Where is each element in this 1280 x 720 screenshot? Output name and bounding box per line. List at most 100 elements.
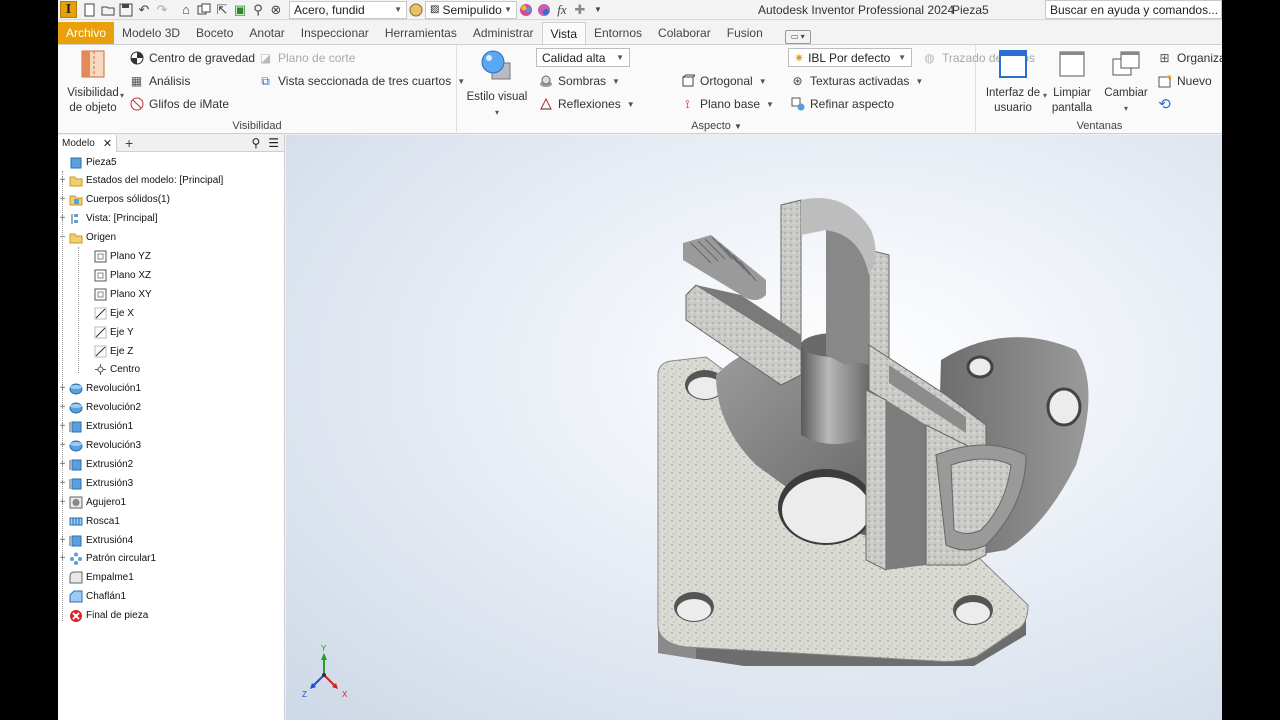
tab-entornos[interactable]: Entornos — [586, 22, 650, 44]
redo-icon[interactable]: ↷ — [153, 1, 171, 19]
tree-node-label: Chaflán1 — [86, 591, 127, 603]
letterbox-right — [1222, 0, 1280, 720]
help-search-input[interactable]: Buscar en ayuda y comandos... — [1045, 0, 1222, 19]
tree-node[interactable]: Eje X — [82, 304, 134, 322]
add-tab-icon[interactable]: + — [125, 135, 133, 151]
graphics-viewport[interactable]: Y X Z — [286, 135, 1222, 720]
tab-modelo-3d[interactable]: Modelo 3D — [114, 22, 188, 44]
measure-icon[interactable]: ⚲ — [249, 1, 267, 19]
tab-colaborar[interactable]: Colaborar — [650, 22, 719, 44]
tab-fusion[interactable]: Fusion — [719, 22, 771, 44]
tree-node[interactable]: − Origen — [58, 229, 116, 247]
cambiar-button[interactable]: Cambiar ▾ — [1101, 49, 1151, 116]
tree-node[interactable]: + Revolución1 — [58, 380, 141, 398]
close-icon[interactable]: ✕ — [103, 137, 112, 150]
tab-anotar[interactable]: Anotar — [241, 22, 292, 44]
tree-node[interactable]: Rosca1 — [58, 512, 120, 530]
tree-node[interactable]: + Cuerpos sólidos(1) — [58, 191, 170, 209]
tab-herramientas[interactable]: Herramientas — [377, 22, 465, 44]
clear-appearance-icon[interactable] — [535, 1, 553, 19]
interfaz-usuario-button[interactable]: Interfaz de usuario — [983, 49, 1043, 116]
export-icon[interactable]: ▣ — [231, 1, 249, 19]
tree-node-label: Extrusión3 — [86, 477, 134, 489]
plano-corte-button[interactable]: ◪ Plano de corte — [258, 49, 356, 67]
tree-node[interactable]: Plano XY — [82, 285, 152, 303]
reflexiones-button[interactable]: Reflexiones ▼ — [538, 95, 635, 113]
customize-qat-icon[interactable]: ▼ — [589, 1, 607, 19]
save-icon[interactable] — [117, 1, 135, 19]
tree-node[interactable]: + Patrón circular1 — [58, 550, 156, 568]
home-icon[interactable]: ⌂ — [177, 1, 195, 19]
browser-tab-modelo[interactable]: Modelo ✕ — [58, 134, 118, 152]
tree-node[interactable]: Eje Z — [82, 342, 133, 360]
tree-node[interactable]: + Estados del modelo: [Principal] — [58, 172, 223, 190]
ray-tracing-icon: ◍ — [924, 51, 935, 65]
tree-node[interactable]: Final de pieza — [58, 607, 148, 625]
undo-icon[interactable]: ↶ — [135, 1, 153, 19]
estilo-visual-button[interactable]: Estilo visual ▾ — [464, 49, 530, 120]
tab-inspeccionar[interactable]: Inspeccionar — [293, 22, 377, 44]
tree-node[interactable]: Chaflán1 — [58, 588, 126, 606]
tab-boceto[interactable]: Boceto — [188, 22, 241, 44]
tree-node[interactable]: Plano XZ — [82, 266, 151, 284]
tree-node[interactable]: + Extrusión2 — [58, 455, 133, 473]
cambiar-dropdown-icon: ▾ — [1123, 104, 1128, 113]
tab-administrar[interactable]: Administrar — [465, 22, 542, 44]
tree-node-label: Agujero1 — [86, 496, 127, 508]
panel-label-aspecto[interactable]: Aspecto ▼ — [458, 120, 975, 132]
tree-node-label: Pieza5 — [86, 156, 117, 168]
add-icon[interactable]: ✚ — [571, 1, 589, 19]
centro-gravedad-button[interactable]: Centro de gravedad — [129, 49, 255, 67]
material-select[interactable]: Acero, fundid ▼ — [289, 0, 407, 19]
visibilidad-dropdown-icon[interactable]: ▾ — [120, 91, 124, 100]
clean-screen-icon — [1047, 49, 1097, 84]
plano-base-button[interactable]: ⟟ Plano base ▼ — [680, 95, 774, 113]
tree-node[interactable]: + Extrusión4 — [58, 531, 133, 549]
sombras-button[interactable]: Sombras ▼ — [538, 72, 620, 90]
tab-archivo[interactable]: Archivo — [58, 22, 115, 44]
model-tree-root[interactable]: Pieza5 — [58, 153, 117, 171]
tree-node[interactable]: Plano YZ — [82, 248, 151, 266]
tree-node[interactable]: Eje Y — [82, 323, 134, 341]
ribbon-toggle-icon[interactable]: ▭ ▾ — [784, 30, 811, 44]
tree-node-label: Revolución2 — [86, 402, 142, 414]
tree-node-label: Extrusión1 — [86, 421, 134, 433]
tree-node-label: Plano YZ — [110, 251, 151, 262]
tree-node[interactable]: Empalme1 — [58, 569, 134, 587]
texturas-button[interactable]: ⊛ Texturas activadas ▼ — [790, 72, 923, 90]
ibl-select[interactable]: ✷ IBL Por defecto ▼ — [788, 48, 912, 67]
tree-node[interactable]: + Agujero1 — [58, 493, 126, 511]
vista-seccionada-button[interactable]: ⧉ Vista seccionada de tres cuartos ▼ — [258, 72, 465, 90]
analisis-button[interactable]: ▦ Análisis — [129, 72, 191, 90]
tab-vista[interactable]: Vista — [541, 22, 586, 44]
tree-node[interactable]: + Extrusión3 — [58, 474, 133, 492]
menu-icon[interactable]: ☰ — [268, 136, 279, 150]
tree-node[interactable]: Centro — [82, 361, 140, 379]
organizar-button[interactable]: ⊞ Organizar — [1157, 49, 1222, 67]
refinar-aspecto-button[interactable]: Refinar aspecto — [790, 95, 894, 113]
select-filter-icon[interactable]: ⇱ — [213, 1, 231, 19]
ventanas-undo-icon[interactable]: ⟲ — [1157, 95, 1177, 113]
new-file-icon[interactable] — [81, 1, 99, 19]
appearance-select[interactable]: ▨ Semipulido ▼ — [425, 0, 517, 19]
rebuild-icon[interactable]: ⊗ — [267, 1, 285, 19]
plane-icon — [93, 250, 107, 263]
part-model[interactable]: Y X Z — [286, 135, 1222, 720]
tree-node[interactable]: + Vista: [Principal] — [58, 210, 158, 228]
material-sphere-icon[interactable] — [407, 1, 425, 19]
appearance-color-icon[interactable] — [517, 1, 535, 19]
search-icon[interactable]: ⚲ — [251, 136, 260, 150]
limpiar-pantalla-button[interactable]: Limpiar pantalla — [1047, 49, 1097, 116]
open-folder-icon[interactable] — [99, 1, 117, 19]
calidad-select[interactable]: Calidad alta ▼ — [536, 48, 630, 67]
visibilidad-objeto-button[interactable]: Visibilidad de objeto — [62, 49, 124, 116]
tree-node[interactable]: + Revolución2 — [58, 399, 141, 417]
glifos-imate-button[interactable]: Glifos de iMate — [129, 95, 229, 113]
tree-node[interactable]: + Extrusión1 — [58, 418, 133, 436]
update-icon[interactable] — [195, 1, 213, 19]
inventor-logo-icon[interactable]: I — [60, 1, 77, 18]
parameters-fx-icon[interactable]: fx — [553, 1, 571, 19]
tree-node[interactable]: + Revolución3 — [58, 437, 141, 455]
nuevo-button[interactable]: ✷ Nuevo — [1157, 72, 1212, 90]
ortogonal-button[interactable]: Ortogonal ▼ — [680, 72, 767, 90]
